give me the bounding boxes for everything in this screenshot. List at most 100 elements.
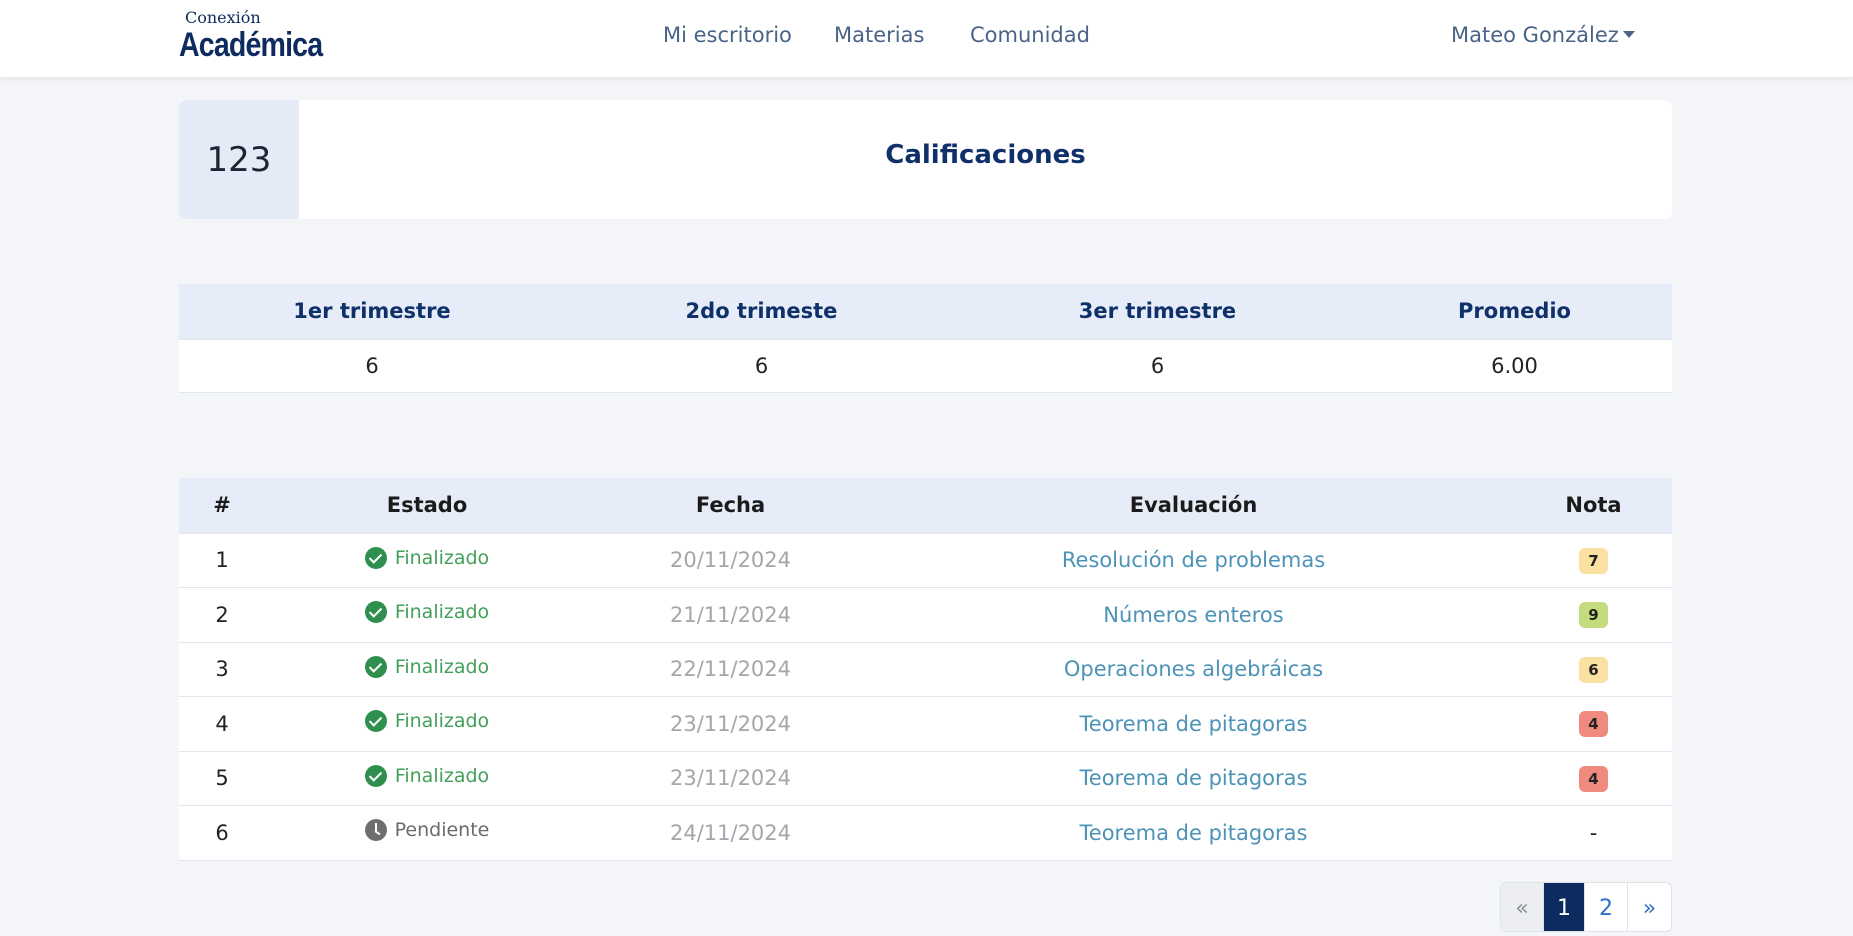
trimester-header-row: 1er trimestre 2do trimeste 3er trimestre… (179, 284, 1672, 339)
column-header-nota: Nota (1515, 478, 1672, 533)
user-menu-dropdown[interactable]: Mateo González (1451, 23, 1635, 47)
check-circle-icon (364, 764, 387, 787)
logo-top-text: Conexión (185, 8, 261, 27)
pagination: « 1 2 » (1500, 882, 1672, 932)
row-fecha: 23/11/2024 (589, 750, 872, 806)
evaluation-link[interactable]: Resolución de problemas (1062, 548, 1325, 572)
row-fecha: 21/11/2024 (589, 587, 872, 642)
grade-badge: 4 (1579, 765, 1608, 792)
row-estado-cell: Finalizado (265, 641, 589, 697)
grade-badge: 4 (1579, 711, 1608, 738)
column-header-evaluacion: Evaluación (872, 478, 1515, 533)
row-evaluacion-cell: Teorema de pitagoras (872, 750, 1515, 806)
grade-badge: 7 (1579, 547, 1608, 574)
average-header: Promedio (1357, 284, 1672, 339)
caret-down-icon (1622, 30, 1635, 38)
row-nota-cell: 4 (1515, 750, 1672, 806)
status-finalizado: Finalizado (364, 546, 490, 569)
nav-link-mi-escritorio[interactable]: Mi escritorio (663, 23, 792, 47)
row-fecha: 22/11/2024 (589, 641, 872, 697)
brand-logo[interactable]: Conexión Académica (179, 6, 329, 66)
row-evaluacion-cell: Resolución de problemas (872, 532, 1515, 588)
row-number: 1 (179, 532, 265, 588)
row-estado-cell: Finalizado (265, 750, 589, 806)
evaluation-link[interactable]: Teorema de pitagoras (1080, 766, 1308, 790)
row-evaluacion-cell: Teorema de pitagoras (872, 696, 1515, 751)
navbar: Conexión Académica Mi escritorio Materia… (0, 0, 1853, 77)
evaluation-link[interactable]: Teorema de pitagoras (1080, 712, 1308, 736)
evaluations-header-row: # Estado Fecha Evaluación Nota (179, 478, 1672, 533)
column-header-fecha: Fecha (589, 478, 872, 533)
status-label: Finalizado (394, 655, 490, 678)
page-header-card: 123 Calificaciones (179, 100, 1672, 219)
row-fecha: 23/11/2024 (589, 696, 872, 751)
pagination-page-2[interactable]: 2 (1585, 883, 1628, 931)
row-evaluacion-cell: Operaciones algebráicas (872, 641, 1515, 697)
evaluation-link[interactable]: Teorema de pitagoras (1080, 821, 1308, 845)
row-number: 6 (179, 805, 265, 861)
nav-link-comunidad[interactable]: Comunidad (970, 23, 1090, 47)
status-label: Finalizado (394, 601, 490, 624)
grades-icon-text: 123 (206, 139, 272, 180)
evaluation-link[interactable]: Operaciones algebráicas (1064, 657, 1323, 681)
row-estado-cell: Finalizado (265, 532, 589, 588)
row-estado-cell: Pendiente (265, 805, 589, 861)
evaluation-link[interactable]: Números enteros (1103, 603, 1283, 627)
column-header-number: # (179, 478, 265, 533)
row-nota-cell: 6 (1515, 641, 1672, 697)
grade-badge: 6 (1579, 656, 1608, 683)
user-name: Mateo González (1451, 23, 1619, 47)
status-label: Finalizado (394, 764, 490, 787)
trimester-summary-table: 1er trimestre 2do trimeste 3er trimestre… (179, 284, 1672, 393)
trimester-header-1: 1er trimestre (179, 284, 565, 339)
evaluations-table: # Estado Fecha Evaluación Nota 1 Finaliz… (179, 478, 1672, 861)
row-estado-cell: Finalizado (265, 587, 589, 642)
row-fecha: 20/11/2024 (589, 532, 872, 588)
row-nota-cell: 7 (1515, 532, 1672, 588)
status-finalizado: Finalizado (364, 655, 490, 678)
row-nota-cell: 4 (1515, 696, 1672, 751)
trimester-value-2: 6 (565, 338, 958, 393)
logo-main-text: Académica (179, 26, 323, 64)
table-row: 1 Finalizado 20/11/2024 Resolución de pr… (179, 532, 1672, 588)
average-value: 6.00 (1357, 338, 1672, 393)
status-label: Finalizado (394, 710, 490, 733)
table-row: 2 Finalizado 21/11/2024 Números enteros … (179, 587, 1672, 642)
row-nota-cell: 9 (1515, 587, 1672, 642)
trimester-header-3: 3er trimestre (958, 284, 1357, 339)
row-number: 2 (179, 587, 265, 642)
nav-link-materias[interactable]: Materias (834, 23, 924, 47)
column-header-estado: Estado (265, 478, 589, 533)
check-circle-icon (364, 655, 387, 678)
status-label: Finalizado (394, 546, 490, 569)
grade-empty: - (1589, 820, 1598, 845)
pagination-prev-button[interactable]: « (1501, 883, 1544, 931)
trimester-value-1: 6 (179, 338, 565, 393)
row-nota-cell: - (1515, 805, 1672, 861)
clock-icon (364, 819, 387, 842)
row-number: 3 (179, 641, 265, 697)
trimester-values-row: 6 6 6 6.00 (179, 338, 1672, 393)
pagination-page-1[interactable]: 1 (1544, 883, 1585, 931)
grade-badge: 9 (1579, 602, 1608, 629)
row-fecha: 24/11/2024 (589, 805, 872, 861)
status-finalizado: Finalizado (364, 601, 490, 624)
row-number: 4 (179, 696, 265, 751)
pagination-next-button[interactable]: » (1628, 883, 1671, 931)
row-evaluacion-cell: Teorema de pitagoras (872, 805, 1515, 861)
status-label: Pendiente (394, 819, 490, 842)
row-evaluacion-cell: Números enteros (872, 587, 1515, 642)
grades-icon: 123 (179, 100, 299, 219)
status-finalizado: Finalizado (364, 710, 490, 733)
status-pendiente: Pendiente (364, 819, 490, 842)
status-finalizado: Finalizado (364, 764, 490, 787)
trimester-value-3: 6 (958, 338, 1357, 393)
table-row: 4 Finalizado 23/11/2024 Teorema de pitag… (179, 696, 1672, 751)
check-circle-icon (364, 710, 387, 733)
row-number: 5 (179, 750, 265, 806)
page-title: Calificaciones (885, 139, 1086, 170)
table-row: 5 Finalizado 23/11/2024 Teorema de pitag… (179, 750, 1672, 806)
check-circle-icon (364, 601, 387, 624)
table-row: 6 Pendiente 24/11/2024 Teorema de pitago… (179, 805, 1672, 861)
trimester-header-2: 2do trimeste (565, 284, 958, 339)
